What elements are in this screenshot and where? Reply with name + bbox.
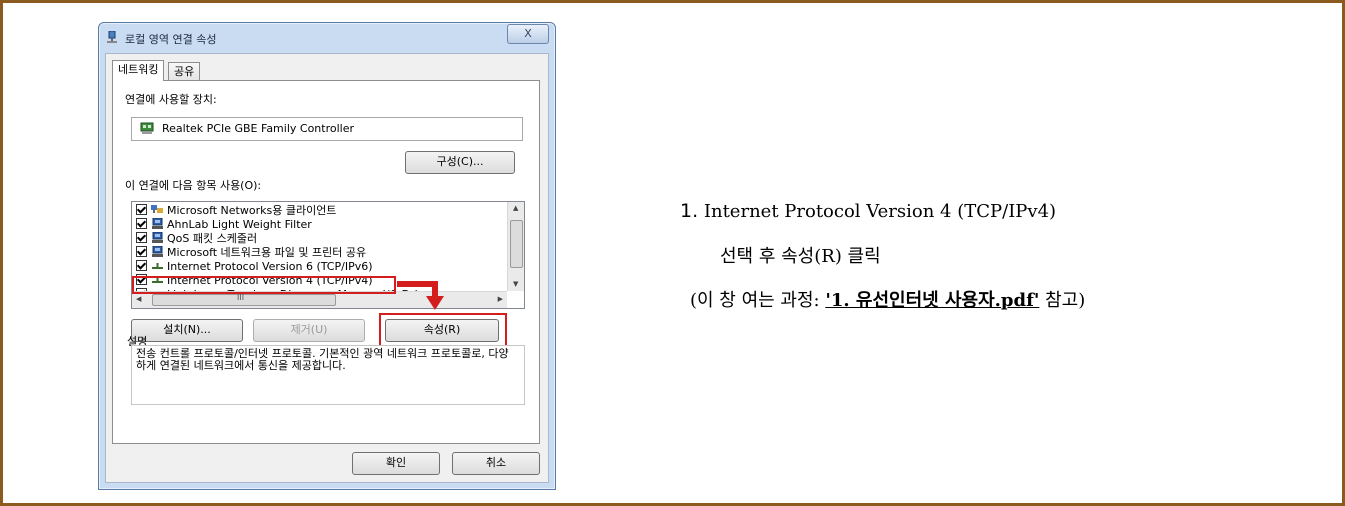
tab-networking[interactable]: 네트워킹 — [112, 60, 165, 81]
step-text: Internet Protocol Version 4 (TCP/IPv4) — [703, 201, 1057, 222]
network-adapter-icon — [140, 122, 154, 134]
protocol-icon — [152, 263, 163, 269]
network-client-icon — [151, 205, 163, 213]
scroll-left-icon[interactable]: ◀ — [136, 295, 141, 303]
highlight-ipv4 — [132, 276, 396, 294]
step-number: 1. — [680, 200, 699, 222]
description-box: 전송 컨트롤 프로토콜/인터넷 프로토콜. 기본적인 광역 네트워크 프로토콜로… — [131, 345, 525, 405]
note-suffix: 참고) — [1039, 290, 1086, 311]
vertical-scroll-thumb[interactable] — [510, 220, 523, 268]
list-item[interactable]: Microsoft 네트워크용 파일 및 프린터 공유 — [136, 246, 366, 260]
instruction-line1: 1. Internet Protocol Version 4 (TCP/IPv4… — [680, 200, 1056, 222]
network-connection-icon — [107, 31, 117, 43]
note-document-name: '1. 유선인터넷 사용자.pdf' — [825, 290, 1040, 311]
item-label: AhnLab Light Weight Filter — [167, 218, 312, 231]
service-icon — [152, 246, 163, 257]
red-arrow-icon — [397, 281, 444, 310]
service-icon — [152, 218, 163, 229]
scroll-grip: III — [237, 293, 245, 302]
vertical-scrollbar[interactable]: ▲ ▼ — [507, 202, 524, 291]
items-label: 이 연결에 다음 항목 사용(O): — [125, 179, 262, 192]
scroll-down-icon[interactable]: ▼ — [513, 280, 518, 288]
scroll-right-icon[interactable]: ▶ — [498, 295, 503, 303]
list-item[interactable]: AhnLab Light Weight Filter — [136, 218, 312, 232]
note-prefix: (이 창 여는 과정: — [690, 290, 826, 311]
item-label: Microsoft 네트워크용 파일 및 프린터 공유 — [167, 246, 367, 259]
list-item[interactable]: Internet Protocol Version 6 (TCP/IPv6) — [136, 260, 373, 274]
cancel-button[interactable]: 취소 — [452, 452, 540, 475]
item-label: Microsoft Networks용 클라이언트 — [167, 204, 337, 217]
checkbox[interactable] — [136, 232, 147, 243]
horizontal-scroll-thumb[interactable]: III — [152, 293, 336, 306]
item-label: Internet Protocol Version 6 (TCP/IPv6) — [167, 260, 373, 273]
uninstall-button[interactable]: 제거(U) — [253, 319, 365, 342]
install-button[interactable]: 설치(N)... — [131, 319, 243, 342]
scroll-up-icon[interactable]: ▲ — [513, 204, 518, 212]
checkbox[interactable] — [136, 218, 147, 229]
checkbox[interactable] — [136, 246, 147, 257]
description-text: 전송 컨트롤 프로토콜/인터넷 프로토콜. 기본적인 광역 네트워크 프로토콜로… — [136, 347, 509, 372]
device-box: Realtek PCIe GBE Family Controller — [131, 117, 523, 141]
close-button[interactable]: X — [507, 24, 549, 44]
dialog-client-area: 네트워킹 공유 연결에 사용할 장치: Realtek PCIe GBE Fam… — [105, 53, 549, 483]
ok-button[interactable]: 확인 — [352, 452, 440, 475]
checkbox[interactable] — [136, 260, 147, 271]
connect-using-label: 연결에 사용할 장치: — [125, 93, 217, 106]
instruction-note: (이 창 여는 과정: '1. 유선인터넷 사용자.pdf' 참고) — [690, 286, 1085, 312]
list-item[interactable]: QoS 패킷 스케줄러 — [136, 232, 257, 246]
device-name: Realtek PCIe GBE Family Controller — [162, 122, 355, 135]
configure-button[interactable]: 구성(C)... — [405, 151, 515, 174]
service-icon — [152, 232, 163, 243]
dialog-titlebar[interactable]: 로컬 영역 연결 속성 X — [99, 23, 555, 51]
networking-panel: 연결에 사용할 장치: Realtek PCIe GBE Family Cont… — [112, 80, 540, 444]
tab-sharing[interactable]: 공유 — [168, 62, 201, 81]
properties-button[interactable]: 속성(R) — [385, 319, 499, 342]
dialog-title: 로컬 영역 연결 속성 — [125, 33, 217, 46]
checkbox[interactable] — [136, 204, 147, 215]
properties-dialog: 로컬 영역 연결 속성 X 네트워킹 공유 연결에 사용할 장치: Realte… — [98, 22, 556, 490]
item-label: QoS 패킷 스케줄러 — [167, 232, 258, 245]
instruction-line2: 선택 후 속성(R) 클릭 — [720, 246, 881, 267]
list-item[interactable]: Microsoft Networks용 클라이언트 — [136, 204, 336, 218]
